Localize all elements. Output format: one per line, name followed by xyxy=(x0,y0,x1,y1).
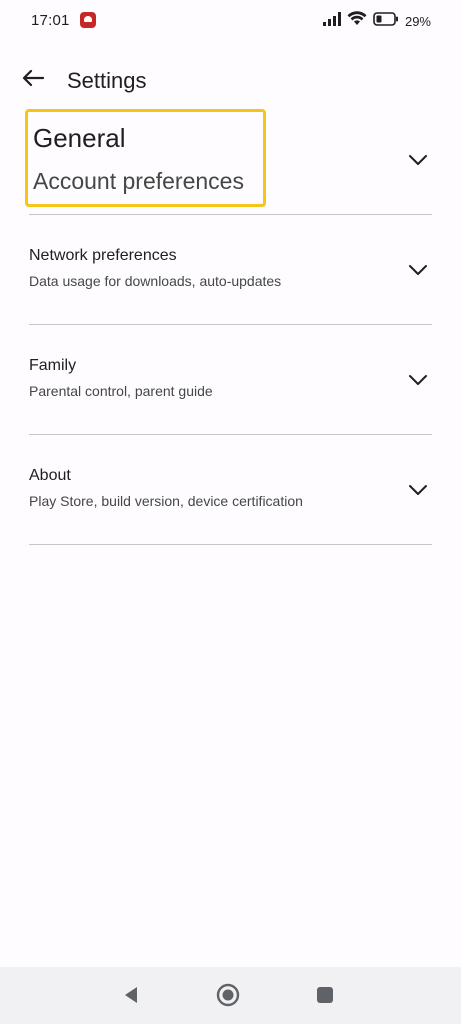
settings-item-network-preferences[interactable]: Network preferences Data usage for downl… xyxy=(0,215,461,325)
back-button[interactable] xyxy=(18,66,48,94)
back-triangle-icon xyxy=(121,985,141,1010)
settings-item-text: General Account preferences xyxy=(33,123,244,195)
page-title: Settings xyxy=(67,68,147,93)
screen: 17:01 29% Settings General Account prefe… xyxy=(0,0,461,1024)
settings-item-title: Family xyxy=(29,357,77,374)
status-time: 17:01 xyxy=(31,12,70,29)
settings-item-title: General xyxy=(33,123,126,153)
settings-item-title: About xyxy=(29,467,71,484)
status-icons: 29% xyxy=(322,11,431,31)
nav-recents-button[interactable] xyxy=(313,985,337,1009)
chevron-down-icon[interactable] xyxy=(408,263,428,277)
settings-list: General Account preferences Network pref… xyxy=(0,105,461,545)
settings-item-subtitle: Parental control, parent guide xyxy=(29,383,213,399)
settings-item-family[interactable]: Family Parental control, parent guide xyxy=(0,325,461,435)
wifi-icon xyxy=(347,11,367,31)
notification-app-icon xyxy=(80,12,96,28)
system-nav-bar xyxy=(0,967,461,1024)
status-bar: 17:01 29% xyxy=(0,0,461,44)
top-app-bar: Settings xyxy=(0,56,461,104)
settings-item-text: Network preferences Data usage for downl… xyxy=(29,247,281,289)
chevron-down-icon[interactable] xyxy=(408,483,428,497)
home-circle-icon xyxy=(216,983,240,1012)
nav-home-button[interactable] xyxy=(216,983,240,1012)
signal-icon xyxy=(322,11,341,31)
nav-back-button[interactable] xyxy=(119,985,143,1009)
battery-percentage: 29% xyxy=(404,13,431,29)
settings-item-title: Network preferences xyxy=(29,247,177,264)
settings-item-text: About Play Store, build version, device … xyxy=(29,467,303,509)
battery-icon xyxy=(373,11,399,31)
settings-item-text: Family Parental control, parent guide xyxy=(29,357,213,399)
chevron-down-icon[interactable] xyxy=(408,373,428,387)
chevron-down-icon[interactable] xyxy=(408,153,428,167)
divider xyxy=(29,544,432,545)
settings-item-about[interactable]: About Play Store, build version, device … xyxy=(0,435,461,545)
recents-square-icon xyxy=(315,985,335,1010)
settings-item-subtitle: Play Store, build version, device certif… xyxy=(29,493,303,509)
arrow-back-icon xyxy=(22,69,45,92)
settings-item-general[interactable]: General Account preferences xyxy=(0,105,461,215)
settings-item-subtitle: Data usage for downloads, auto-updates xyxy=(29,273,282,289)
settings-item-subtitle: Account preferences xyxy=(33,168,244,194)
